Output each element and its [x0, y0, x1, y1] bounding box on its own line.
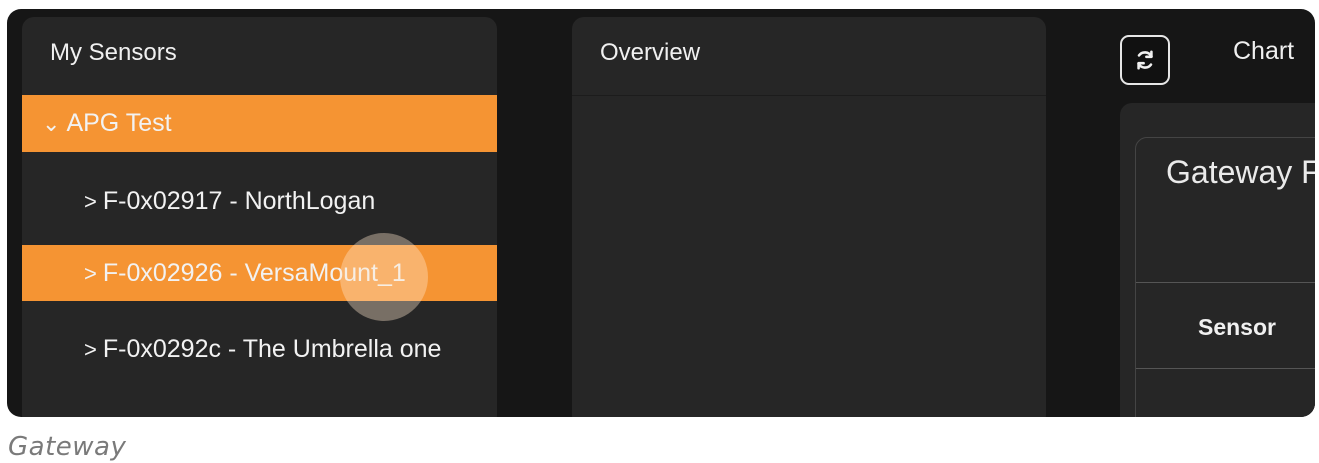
- sensor-column-header: Sensor: [1198, 314, 1276, 340]
- click-ripple-indicator: [340, 233, 428, 321]
- overview-title: Overview: [572, 17, 1046, 96]
- sensor-item-label: F-0x02917 - NorthLogan: [102, 187, 376, 215]
- sensor-item-northlogan[interactable]: > F-0x02917 - NorthLogan: [22, 173, 497, 229]
- sensor-item-label: F-0x0292c - The Umbrella one: [102, 335, 442, 363]
- gateway-card: Gateway F Sensor: [1135, 137, 1315, 417]
- app-screen: My Sensors ⌄ APG Test > F-0x02917 - NorthL…: [7, 9, 1315, 417]
- chevron-right-icon: >: [84, 189, 97, 214]
- refresh-button[interactable]: [1120, 35, 1170, 85]
- refresh-icon: [1137, 50, 1153, 70]
- divider: [1136, 282, 1315, 283]
- my-sensors-title: My Sensors: [22, 17, 497, 96]
- tab-chart[interactable]: Chart: [1233, 37, 1294, 66]
- tree-group-apg-test[interactable]: ⌄ APG Test: [22, 95, 497, 152]
- sensor-item-umbrella[interactable]: > F-0x0292c - The Umbrella one: [22, 321, 497, 377]
- chevron-down-icon: ⌄: [42, 111, 61, 136]
- my-sensors-panel: My Sensors ⌄ APG Test > F-0x02917 - NorthL…: [22, 17, 497, 417]
- chevron-right-icon: >: [84, 261, 97, 286]
- figure-caption: Gateway: [8, 432, 127, 462]
- overview-panel: Overview: [572, 17, 1046, 417]
- gateway-card-title: Gateway F: [1166, 154, 1315, 190]
- divider: [1136, 368, 1315, 369]
- group-label: APG Test: [66, 109, 172, 137]
- chevron-right-icon: >: [84, 337, 97, 362]
